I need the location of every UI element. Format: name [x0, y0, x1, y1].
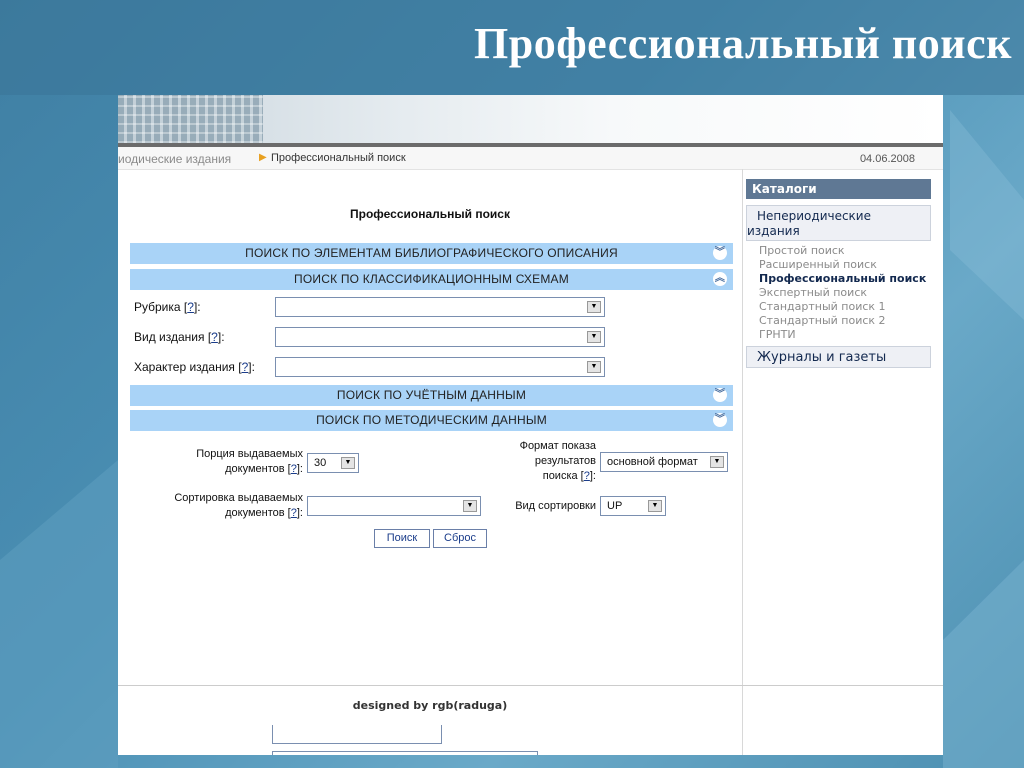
- section-accounting[interactable]: ПОИСК ПО УЧЁТНЫМ ДАННЫМ ︾: [130, 385, 733, 406]
- sidebar-item-standard-search-1[interactable]: Стандартный поиск 1: [759, 300, 886, 313]
- date-label: 04.06.2008: [859, 153, 915, 165]
- section-classification[interactable]: ПОИСК ПО КЛАССИФИКАЦИОННЫМ СХЕМАМ ︽: [130, 269, 733, 290]
- vid-select[interactable]: ▼: [275, 327, 605, 347]
- portion-label: Порция выдаваемых документов [?]:: [196, 448, 303, 475]
- dropdown-arrow-icon[interactable]: ▼: [341, 457, 355, 469]
- help-link[interactable]: ?: [291, 507, 297, 519]
- section-bibliographic[interactable]: ПОИСК ПО ЭЛЕМЕНТАМ БИБЛИОГРАФИЧЕСКОГО ОП…: [130, 243, 733, 264]
- help-link[interactable]: ?: [291, 463, 297, 475]
- sidebar-item-extended-search[interactable]: Расширенный поиск: [759, 258, 877, 271]
- help-link[interactable]: ?: [187, 300, 194, 314]
- rubrika-label: Рубрика [?]:: [134, 300, 201, 314]
- format-label: Формат показа результатов поиска [?]:: [519, 440, 596, 482]
- help-link[interactable]: ?: [584, 470, 590, 482]
- dropdown-arrow-icon[interactable]: ▼: [710, 456, 724, 468]
- form-title: Профессиональный поиск: [350, 207, 510, 221]
- section-methodical[interactable]: ПОИСК ПО МЕТОДИЧЕСКИМ ДАННЫМ ︾: [130, 410, 733, 431]
- sidebar-header-catalogs: Каталоги: [746, 179, 931, 199]
- sidebar-item-professional-search[interactable]: Профессиональный поиск: [759, 272, 926, 285]
- breadcrumb-parent-link[interactable]: иодические издания: [118, 152, 231, 166]
- portion-select[interactable]: 30 ▼: [307, 453, 359, 473]
- sort-kind-label: Вид сортировки: [515, 500, 596, 512]
- sidebar-item-standard-search-2[interactable]: Стандартный поиск 2: [759, 314, 886, 327]
- search-button[interactable]: Поиск: [374, 529, 430, 548]
- collapse-icon[interactable]: ︽: [713, 272, 727, 286]
- sidebar-item-grnti[interactable]: ГРНТИ: [759, 328, 796, 341]
- dropdown-arrow-icon[interactable]: ▼: [587, 331, 601, 343]
- vid-label: Вид издания [?]:: [134, 330, 225, 344]
- expand-icon[interactable]: ︾: [713, 388, 727, 402]
- help-link[interactable]: ?: [242, 360, 249, 374]
- sort-label: Сортировка выдаваемых документов [?]:: [174, 492, 303, 519]
- breadcrumb-arrow-icon: ▶: [259, 152, 267, 163]
- format-select[interactable]: основной формат ▼: [600, 452, 728, 472]
- sort-select[interactable]: ▼: [307, 496, 481, 516]
- browser-page: иодические издания ▶ Профессиональный по…: [118, 95, 943, 755]
- rubrika-select[interactable]: ▼: [275, 297, 605, 317]
- site-banner: [118, 95, 943, 143]
- sidebar-item-simple-search[interactable]: Простой поиск: [759, 244, 845, 257]
- dropdown-arrow-icon[interactable]: ▼: [587, 301, 601, 313]
- sidebar-group-journals[interactable]: Журналы и газеты: [746, 346, 931, 368]
- sidebar-group-nonperiodical[interactable]: Непериодические издания: [746, 205, 931, 241]
- dropdown-arrow-icon[interactable]: ▼: [587, 361, 601, 373]
- footer-credit: designed by rgb(raduga): [352, 699, 508, 712]
- dropdown-arrow-icon[interactable]: ▼: [648, 500, 662, 512]
- harakter-label: Характер издания [?]:: [134, 360, 255, 374]
- reset-button[interactable]: Сброс: [433, 529, 487, 548]
- help-link[interactable]: ?: [211, 330, 218, 344]
- expand-icon[interactable]: ︾: [713, 246, 727, 260]
- sidebar-item-expert-search[interactable]: Экспертный поиск: [759, 286, 867, 299]
- breadcrumb: иодические издания ▶ Профессиональный по…: [118, 147, 943, 170]
- expand-icon[interactable]: ︾: [713, 413, 727, 427]
- breadcrumb-current: Профессиональный поиск: [271, 152, 406, 164]
- dropdown-arrow-icon[interactable]: ▼: [463, 500, 477, 512]
- slide-title: Профессиональный поиск: [474, 19, 1012, 68]
- harakter-select[interactable]: ▼: [275, 357, 605, 377]
- sort-kind-select[interactable]: UP ▼: [600, 496, 666, 516]
